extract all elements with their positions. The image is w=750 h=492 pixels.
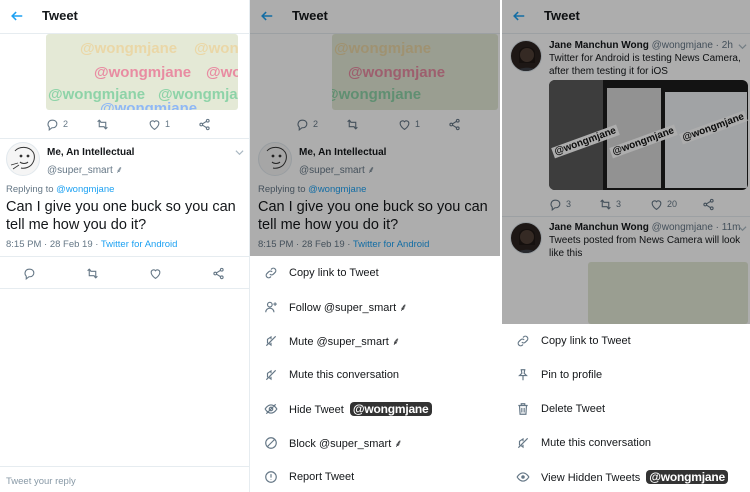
reply-button[interactable] [23, 265, 36, 281]
author-handle[interactable]: @super_smart ⸙ [47, 162, 123, 176]
retweet-icon [87, 267, 98, 279]
share-button[interactable] [212, 265, 225, 281]
menu-mute-conversation[interactable]: Mute this conversation [250, 358, 500, 392]
like-button[interactable]: 1 [148, 116, 170, 132]
top-bar: Tweet [0, 0, 249, 34]
like-count: 1 [165, 119, 171, 129]
divider [0, 256, 249, 257]
menu-report[interactable]: Report Tweet [250, 460, 500, 492]
reply-icon [24, 268, 35, 280]
reply-button[interactable]: 2 [46, 116, 68, 132]
like-button[interactable] [149, 265, 162, 281]
watermark-badge: @wongmjane [646, 470, 728, 484]
mute-icon [265, 369, 277, 381]
share-icon [213, 267, 224, 279]
menu-item-label: Copy link to Tweet [541, 335, 631, 347]
menu-hide-tweet[interactable]: Hide Tweet @wongmjane [250, 392, 500, 426]
menu-copy-link[interactable]: Copy link to Tweet [250, 256, 500, 290]
menu-pin-to-profile[interactable]: Pin to profile [502, 358, 750, 392]
reply-icon [47, 119, 58, 131]
menu-item-label: Hide Tweet @wongmjane [289, 402, 432, 416]
tweet-options-sheet: Copy link to Tweet Follow @super_smart ⸙… [250, 256, 500, 492]
watermark-text: @wongmjane [194, 40, 238, 57]
menu-view-hidden-tweets[interactable]: View Hidden Tweets @wongmjane [502, 460, 750, 492]
retweet-button[interactable] [86, 265, 99, 281]
page-title: Tweet [42, 8, 78, 23]
menu-item-label: Copy link to Tweet [289, 267, 379, 279]
trash-icon [518, 403, 528, 415]
watermark-text: @wongmjane [94, 64, 192, 81]
client-link[interactable]: Twitter for Android [101, 239, 178, 250]
reply-count: 2 [63, 119, 69, 129]
menu-block[interactable]: Block @super_smart ⸙ [250, 426, 500, 460]
menu-follow[interactable]: Follow @super_smart ⸙ [250, 290, 500, 324]
own-tweet-options-sheet: Copy link to Tweet Pin to profile Delete… [502, 324, 750, 492]
reply-input-placeholder[interactable]: Tweet your reply [6, 476, 76, 487]
menu-delete-tweet[interactable]: Delete Tweet [502, 392, 750, 426]
retweet-button[interactable] [96, 116, 109, 132]
timeline-menu-panel: Tweet Jane Manchun Wong @wongmjane · 2h … [502, 0, 750, 492]
block-icon [265, 437, 277, 449]
link-icon [265, 267, 277, 279]
watermark-text: @wongmjane [80, 40, 178, 57]
tweet-text: Can I give you one buck so you can tell … [6, 199, 236, 233]
back-arrow-icon[interactable] [10, 9, 24, 23]
watermark-text: @wongmjane [206, 64, 238, 81]
avatar[interactable] [6, 142, 40, 176]
author-name[interactable]: Me, An Intellectual [47, 147, 134, 158]
menu-mute-conversation[interactable]: Mute this conversation [502, 426, 750, 460]
divider [0, 288, 249, 289]
report-icon [265, 471, 277, 483]
watermark-badge: @wongmjane [349, 402, 432, 416]
menu-item-label: Follow @super_smart ⸙ [289, 301, 408, 314]
meme-face-icon [10, 146, 35, 170]
parent-tweet-image[interactable]: @wongmjane @wongmjane @wongmjane @wongmj… [46, 34, 238, 110]
heart-icon [150, 268, 161, 279]
menu-mute-user[interactable]: Mute @super_smart ⸙ [250, 324, 500, 358]
heart-icon [149, 119, 160, 130]
link-icon [517, 335, 529, 347]
tweet-menu-panel: @wongmjane @wongmjane @wongmjane 2 1 Me,… [250, 0, 500, 492]
hide-icon [264, 403, 278, 415]
divider [0, 138, 249, 139]
parent-tweet-actions: 2 1 [0, 116, 249, 136]
tweet-meta: 8:15 PM · 28 Feb 19 · Twitter for Androi… [6, 239, 178, 250]
share-icon [199, 118, 210, 130]
menu-item-label: Pin to profile [541, 369, 603, 381]
reply-composer[interactable]: Tweet your reply [0, 466, 249, 492]
tweet-detail-panel: @wongmjane @wongmjane @wongmjane @wongmj… [0, 0, 250, 492]
menu-copy-link[interactable]: Copy link to Tweet [502, 324, 750, 358]
mute-icon [265, 335, 277, 347]
menu-item-label: Mute this conversation [541, 437, 652, 449]
menu-item-label: Report Tweet [289, 471, 355, 483]
dim-overlay[interactable] [502, 0, 750, 324]
replying-to-link[interactable]: @wongmjane [56, 184, 114, 195]
retweet-icon [97, 118, 108, 130]
watermark-text: @wongmjane [100, 100, 198, 110]
pin-icon [518, 369, 528, 381]
menu-item-label: Mute @super_smart ⸙ [289, 335, 401, 348]
menu-item-label: Mute this conversation [289, 369, 400, 381]
replying-to: Replying to @wongmjane [6, 184, 115, 195]
mute-icon [517, 437, 529, 449]
menu-item-label: Block @super_smart ⸙ [289, 437, 403, 450]
tweet-actions [0, 265, 249, 285]
eye-icon [516, 472, 530, 482]
menu-item-label: View Hidden Tweets @wongmjane [541, 470, 728, 484]
menu-item-label: Delete Tweet [541, 403, 606, 415]
chevron-down-icon[interactable] [235, 148, 244, 157]
share-button[interactable] [198, 116, 211, 132]
follow-icon [265, 301, 277, 313]
